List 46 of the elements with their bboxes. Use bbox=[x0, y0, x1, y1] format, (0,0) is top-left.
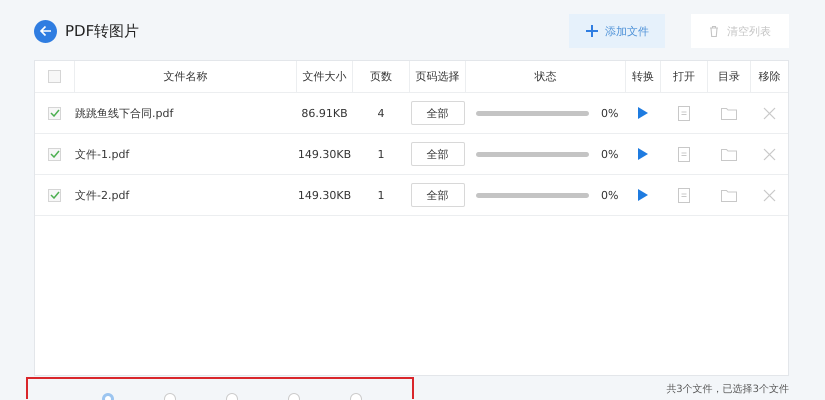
folder-icon[interactable] bbox=[721, 106, 737, 120]
arrow-left-icon bbox=[40, 25, 52, 37]
column-header: 页码选择 bbox=[416, 69, 460, 84]
play-icon[interactable] bbox=[638, 189, 648, 201]
column-header: 移除 bbox=[758, 69, 780, 84]
column-header: 打开 bbox=[673, 69, 695, 84]
document-icon[interactable] bbox=[678, 146, 690, 162]
page-count: 1 bbox=[378, 188, 384, 202]
plus-icon bbox=[585, 24, 599, 38]
row-checkbox[interactable] bbox=[48, 188, 61, 202]
file-name: 跳跳鱼线下合同.pdf bbox=[75, 106, 174, 120]
column-header: 状态 bbox=[534, 69, 556, 84]
document-icon[interactable] bbox=[678, 106, 690, 120]
file-size: 149.30KB bbox=[298, 188, 352, 202]
file-size: 86.91KB bbox=[301, 106, 348, 120]
file-summary: 共3个文件，已选择3个文件 bbox=[666, 382, 789, 396]
row-checkbox[interactable] bbox=[48, 148, 61, 160]
close-icon[interactable] bbox=[762, 106, 776, 120]
progress-reading: 0% bbox=[601, 106, 618, 120]
document-icon[interactable] bbox=[678, 188, 690, 202]
page-count: 1 bbox=[378, 148, 384, 160]
file-name: 文件-1.pdf bbox=[75, 146, 130, 162]
folder-icon[interactable] bbox=[721, 188, 737, 202]
file-name: 文件-2.pdf bbox=[75, 188, 130, 202]
progress-reading: 0% bbox=[601, 188, 618, 202]
page-count: 4 bbox=[378, 106, 384, 120]
row-checkbox[interactable] bbox=[48, 106, 61, 120]
progress-reading: 0% bbox=[601, 148, 618, 160]
play-icon[interactable] bbox=[638, 107, 648, 119]
close-icon[interactable] bbox=[762, 148, 776, 160]
page-select-button[interactable]: 全部 bbox=[410, 101, 464, 125]
trash-icon bbox=[707, 24, 721, 38]
file-size: 149.30KB bbox=[298, 148, 352, 160]
select-all-checkbox[interactable] bbox=[48, 70, 61, 83]
column-header: 目录 bbox=[718, 69, 740, 84]
folder-icon[interactable] bbox=[721, 148, 737, 160]
play-icon[interactable] bbox=[638, 148, 648, 160]
close-icon[interactable] bbox=[762, 188, 776, 202]
column-header: 页数 bbox=[370, 69, 392, 84]
page-select-button[interactable]: 全部 bbox=[410, 142, 464, 166]
back-button[interactable] bbox=[34, 20, 57, 42]
column-header: 转换 bbox=[632, 69, 654, 84]
column-header: 文件大小 bbox=[302, 69, 346, 84]
page-select-button[interactable]: 全部 bbox=[410, 183, 464, 207]
page-title: PDF转图片 bbox=[65, 22, 140, 40]
column-header: 文件名称 bbox=[164, 69, 208, 84]
